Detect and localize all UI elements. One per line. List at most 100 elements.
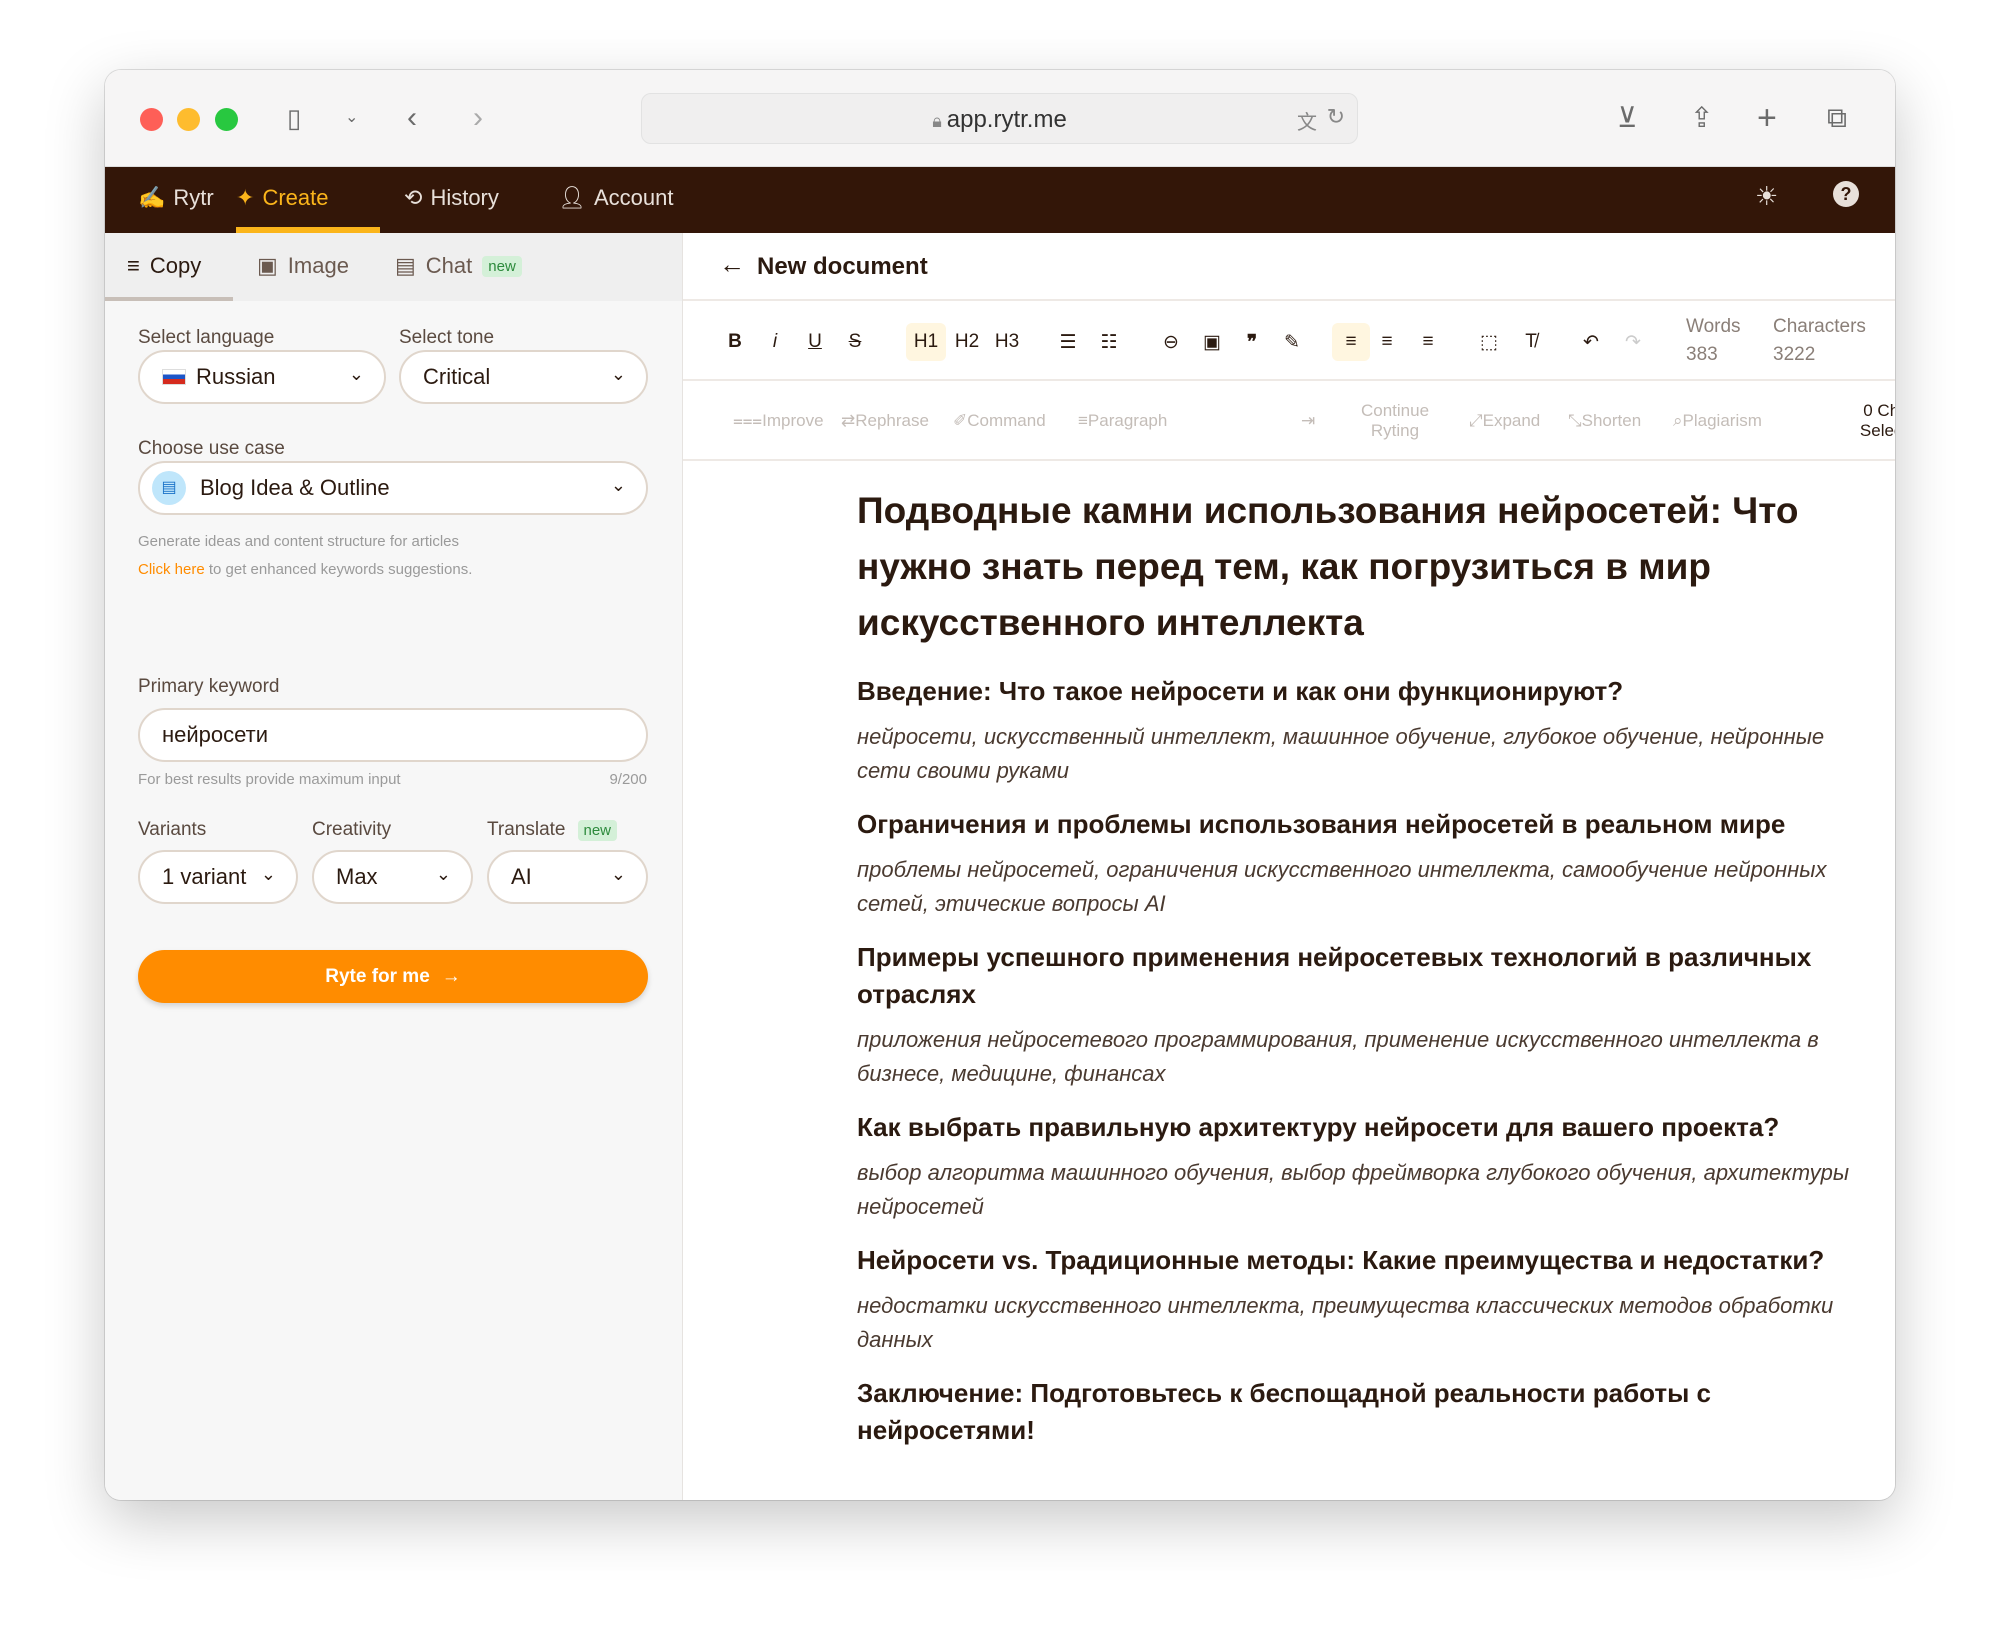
language-select[interactable]: Russian ⌄ [138,350,386,404]
improve-button[interactable]: ⩶Improve [733,411,824,431]
ryte-for-me-button[interactable]: Ryte for me → [138,950,648,1003]
use-case-value: Blog Idea & Outline [200,475,390,500]
nav-label: History [430,185,499,210]
nav-history[interactable]: ⟲ History [404,185,499,211]
paragraph-button[interactable]: ≡Paragraph [1078,411,1167,431]
expand-button[interactable]: ⤢Expand [1469,411,1540,431]
image-icon[interactable]: ▣ [1197,323,1227,361]
tone-select[interactable]: Critical ⌄ [399,350,648,404]
close-window-button[interactable] [140,108,163,131]
keywords-suggestions-link[interactable]: Click here [138,561,205,578]
bullet-list-icon[interactable]: ☰ [1053,323,1083,361]
brand-label: Rytr [173,185,214,210]
h1-button[interactable]: H1 [906,323,946,361]
rephrase-button[interactable]: ⇄Rephrase [841,411,929,431]
align-right-icon[interactable]: ≡ [1413,323,1443,361]
generator-panel: ≡ Copy ▣ Image ▤ Chat new Select language Se… [105,233,683,1500]
format-toolbar: B i U S H1 H2 H3 ☰ ☷ ⊖ ▣ ❞ ✎ ≡ ≡ ≡ ⬚ T̸ … [683,301,1895,381]
tab-image[interactable]: ▣ Image [257,253,349,279]
active-tab-indicator [105,297,233,301]
download-icon[interactable]: ⊻ [1617,98,1638,138]
share-icon[interactable]: ⇪ [1690,98,1713,138]
browser-toolbar: ▯ ⌄ ‹ › 🔒︎ app.rytr.me 文 ↻ ⊻ ⇪ + ⧉ [105,70,1895,167]
tab-chat[interactable]: ▤ Chat new [395,253,522,279]
tab-copy[interactable]: ≡ Copy [127,253,201,279]
align-left-icon[interactable]: ≡ [1332,323,1370,361]
section-title: Как выбрать правильную архитектуру нейро… [857,1112,1780,1142]
new-tab-icon[interactable]: + [1757,98,1777,138]
bold-button[interactable]: B [720,323,750,361]
keyword-hint: For best results provide maximum input [138,771,401,788]
clear-format-icon[interactable]: T̸ [1516,323,1546,361]
nav-account[interactable]: 👤︎ Account [558,185,673,211]
highlight-pen-icon[interactable]: ✎ [1277,323,1307,361]
maximize-window-button[interactable] [215,108,238,131]
chevron-down-icon[interactable]: ⌄ [345,98,358,138]
section-title: Заключение: Подготовьтесь к беспощадной … [857,1378,1711,1445]
tabs-overview-icon[interactable]: ⧉ [1827,98,1847,138]
keyword-input[interactable]: нейросети [138,708,648,762]
tool-label: Command [967,411,1046,430]
nav-brand[interactable]: ✍ Rytr [138,185,214,211]
image-icon: ▣ [257,253,278,278]
plagiarism-button[interactable]: ⌕Plagiarism [1673,411,1762,431]
chat-icon: ▤ [395,253,416,278]
section-title: Ограничения и проблемы использования ней… [857,809,1786,839]
section-title: Нейросети vs. Традиционные методы: Какие… [857,1245,1825,1275]
help-icon[interactable]: ? [1833,181,1859,207]
document-icon: ▤ [152,471,186,505]
document-heading: Подводные камни использования нейросетей… [857,490,1799,643]
underline-button[interactable]: U [800,323,830,361]
indent-icon: ⇥ [1301,411,1316,430]
link-icon[interactable]: ⊖ [1156,323,1186,361]
tool-label: Shorten [1581,411,1642,430]
new-badge: new [577,819,618,841]
lines-icon: ≡ [127,253,140,278]
section-keywords: приложения нейросетевого программировани… [857,1027,1819,1086]
document-body[interactable]: Подводные камни использования нейросетей… [857,483,1857,1459]
nav-label: Account [593,185,674,210]
use-case-select[interactable]: ▤ Blog Idea & Outline ⌄ [138,461,648,515]
back-icon[interactable]: ‹ [407,98,417,138]
selection-count: 0 CharsSelected [1838,401,1895,441]
history-icon: ⟲ [404,185,423,210]
numbered-list-icon[interactable]: ☷ [1094,323,1124,361]
quote-icon[interactable]: ❞ [1237,323,1267,361]
tool-label: Improve [762,411,824,430]
minimize-window-button[interactable] [177,108,200,131]
continue-ryting-button[interactable]: Continue Ryting [1345,401,1445,441]
translate-select[interactable]: AI ⌄ [487,850,648,904]
sidebar-toggle-icon[interactable]: ▯ [287,98,301,138]
nav-create[interactable]: ✦ Create [236,185,328,211]
h3-button[interactable]: H3 [987,323,1027,361]
back-arrow-icon[interactable]: ← [719,249,745,280]
h2-button[interactable]: H2 [947,323,987,361]
selected-label: Selected [1859,421,1895,440]
align-center-icon[interactable]: ≡ [1372,323,1402,361]
command-button[interactable]: ✐Command [953,411,1046,431]
user-icon: 👤︎ [558,185,586,210]
keyword-char-count: 9/200 [609,771,647,788]
italic-button[interactable]: i [760,323,790,361]
forward-icon[interactable]: › [473,98,483,138]
creativity-select[interactable]: Max ⌄ [312,850,473,904]
tab-label: Image [287,253,349,278]
chevron-down-icon: ⌄ [610,364,626,384]
redo-icon[interactable]: ↷ [1618,323,1648,361]
theme-toggle-icon[interactable]: ☀ [1755,181,1778,212]
strikethrough-button[interactable]: S [840,323,870,361]
mode-tabs: ≡ Copy ▣ Image ▤ Chat new [105,233,682,301]
address-bar[interactable]: 🔒︎ app.rytr.me 文 ↻ [641,93,1358,144]
document-title[interactable]: New document [757,253,928,281]
select-all-icon[interactable]: ⬚ [1474,323,1504,361]
translate-label: Translate [487,819,566,840]
characters-label: Characters [1773,316,1866,337]
translate-icon[interactable]: 文 [1297,106,1317,135]
undo-icon[interactable]: ↶ [1576,323,1606,361]
new-badge: new [482,255,522,277]
shorten-button[interactable]: ⤡Shorten [1568,411,1641,431]
variants-select[interactable]: 1 variant ⌄ [138,850,298,904]
tool-label: Plagiarism [1682,411,1762,430]
section-keywords: недостатки искусственного интеллекта, пр… [857,1293,1834,1352]
reload-icon[interactable]: ↻ [1327,104,1345,130]
